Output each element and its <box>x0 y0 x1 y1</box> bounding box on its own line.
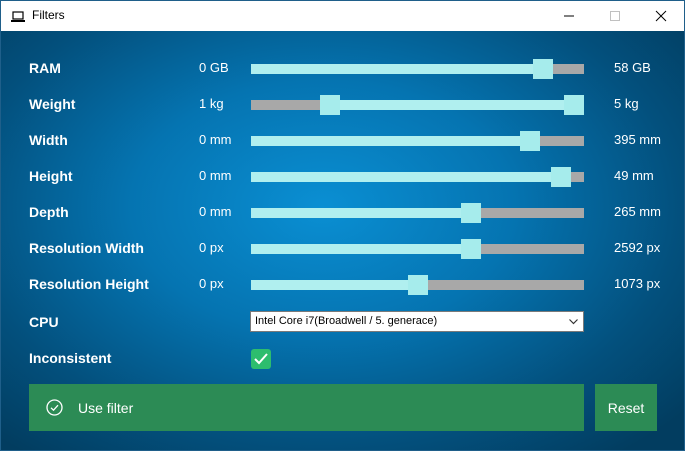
filters-window: Filters RAM 0 GB 58 GB Weight 1 kg 5 kg Width 0… <box>0 0 685 451</box>
checkmark-icon <box>254 353 268 365</box>
chevron-down-icon <box>569 319 578 325</box>
slider-track[interactable] <box>251 239 584 259</box>
reset-button[interactable]: Reset <box>595 384 657 431</box>
slider-track[interactable] <box>251 275 584 295</box>
slider-min-value: 0 px <box>199 240 224 255</box>
laptop-icon <box>11 10 25 22</box>
slider-fill <box>251 136 530 146</box>
slider-label: Resolution Height <box>29 276 149 292</box>
inconsistent-label: Inconsistent <box>29 350 112 366</box>
slider-row-resolution-width: Resolution Width 0 px 2592 px <box>1 231 684 267</box>
slider-max-value: 58 GB <box>614 60 651 75</box>
cpu-select[interactable]: Intel Core i7(Broadwell / 5. generace) <box>250 311 584 332</box>
slider-max-value: 2592 px <box>614 240 661 255</box>
reset-label: Reset <box>607 400 645 416</box>
slider-fill <box>251 208 471 218</box>
slider-thumb-low[interactable] <box>320 95 340 115</box>
slider-min-value: 0 GB <box>199 60 229 75</box>
slider-min-value: 0 mm <box>199 204 232 219</box>
slider-thumb[interactable] <box>461 203 481 223</box>
slider-row-width: Width 0 mm 395 mm <box>1 123 684 159</box>
slider-row-height: Height 0 mm 49 mm <box>1 159 684 195</box>
slider-row-depth: Depth 0 mm 265 mm <box>1 195 684 231</box>
slider-fill <box>251 244 471 254</box>
use-filter-label: Use filter <box>78 400 134 416</box>
inconsistent-checkbox[interactable] <box>251 349 271 369</box>
slider-max-value: 265 mm <box>614 204 661 219</box>
slider-row-ram: RAM 0 GB 58 GB <box>1 51 684 87</box>
slider-thumb[interactable] <box>461 239 481 259</box>
slider-track[interactable] <box>251 59 584 79</box>
slider-row-weight: Weight 1 kg 5 kg <box>1 87 684 123</box>
slider-label: Resolution Width <box>29 240 144 256</box>
cpu-label: CPU <box>29 314 59 330</box>
minimize-icon <box>564 15 574 17</box>
slider-track[interactable] <box>251 131 584 151</box>
slider-fill <box>251 64 543 74</box>
slider-min-value: 0 mm <box>199 132 232 147</box>
check-circle-icon <box>46 399 63 416</box>
slider-thumb[interactable] <box>551 167 571 187</box>
slider-thumb[interactable] <box>533 59 553 79</box>
slider-max-value: 1073 px <box>614 276 661 291</box>
slider-row-resolution-height: Resolution Height 0 px 1073 px <box>1 267 684 303</box>
close-icon <box>655 10 667 22</box>
slider-label: Weight <box>29 96 76 112</box>
slider-label: Height <box>29 168 73 184</box>
slider-min-value: 1 kg <box>199 96 224 111</box>
slider-label: Width <box>29 132 68 148</box>
slider-fill <box>251 280 418 290</box>
slider-min-value: 0 mm <box>199 168 232 183</box>
slider-label: RAM <box>29 60 61 76</box>
close-button[interactable] <box>638 1 684 31</box>
slider-max-value: 5 kg <box>614 96 639 111</box>
slider-min-value: 0 px <box>199 276 224 291</box>
slider-fill <box>320 100 584 110</box>
slider-max-value: 395 mm <box>614 132 661 147</box>
title-bar: Filters <box>1 1 684 31</box>
cpu-selected-value: Intel Core i7(Broadwell / 5. generace) <box>255 315 438 327</box>
slider-thumb[interactable] <box>520 131 540 151</box>
filters-panel: RAM 0 GB 58 GB Weight 1 kg 5 kg Width 0 mm 395 m… <box>1 31 684 450</box>
slider-thumb[interactable] <box>408 275 428 295</box>
maximize-icon <box>610 11 620 21</box>
slider-fill <box>251 172 561 182</box>
slider-label: Depth <box>29 204 69 220</box>
slider-track[interactable] <box>251 203 584 223</box>
slider-max-value: 49 mm <box>614 168 654 183</box>
slider-track[interactable] <box>251 95 584 115</box>
use-filter-button[interactable]: Use filter <box>29 384 584 431</box>
slider-thumb-high[interactable] <box>564 95 584 115</box>
window-title: Filters <box>32 8 65 22</box>
minimize-button[interactable] <box>546 1 592 31</box>
slider-track[interactable] <box>251 167 584 187</box>
maximize-button[interactable] <box>592 1 638 31</box>
